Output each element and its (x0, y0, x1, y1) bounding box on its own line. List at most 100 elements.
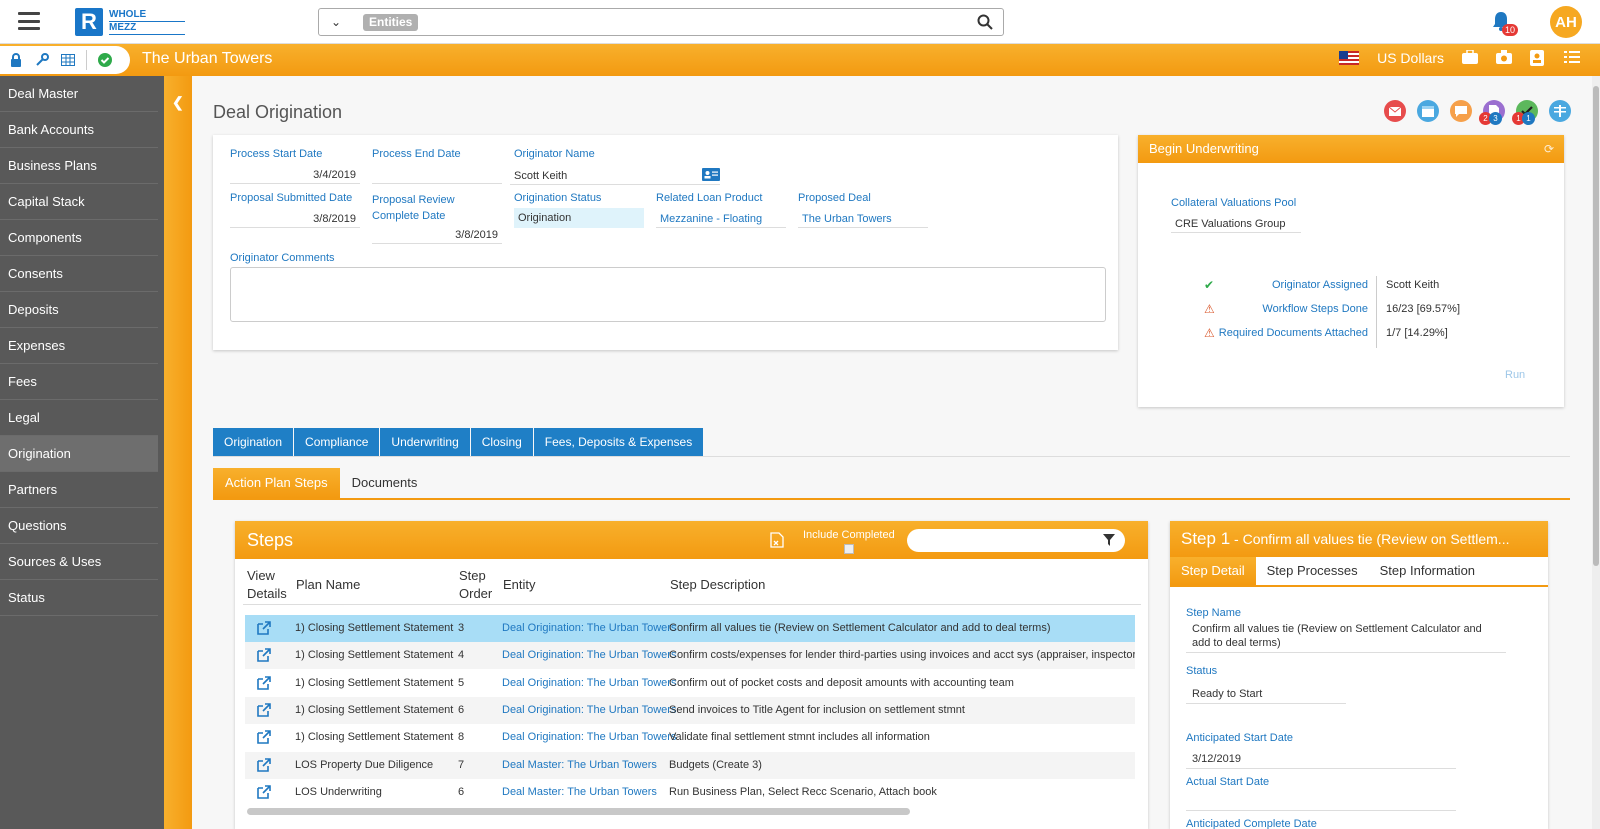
collapse-sidebar-icon[interactable]: ❮ (172, 94, 184, 111)
table-icon[interactable] (60, 52, 76, 68)
wrench-icon[interactable] (34, 52, 50, 68)
detail-tab-step-information[interactable]: Step Information (1369, 557, 1486, 585)
cell-entity-link[interactable]: Deal Master: The Urban Towers (502, 779, 657, 806)
detail-tab-step-detail[interactable]: Step Detail (1170, 557, 1256, 585)
detail-tab-step-processes[interactable]: Step Processes (1256, 557, 1369, 585)
table-row[interactable]: 1) Closing Settlement Statement 6 Deal Ori… (245, 696, 1135, 724)
sidebar-item-deal-master[interactable]: Deal Master (0, 76, 158, 112)
check-label[interactable]: Workflow Steps Done (1262, 300, 1368, 318)
tab-origination[interactable]: Origination (213, 428, 294, 456)
include-completed-checkbox[interactable] (843, 544, 854, 554)
contact-icon[interactable] (1530, 50, 1546, 66)
avatar[interactable]: AH (1550, 6, 1582, 38)
step-name-field[interactable]: Confirm all values tie (Review on Settle… (1186, 622, 1506, 653)
col-step-order[interactable]: Step Order (459, 567, 492, 603)
filter-settings-button[interactable] (1549, 100, 1571, 122)
origination-status-select[interactable]: Origination (514, 208, 644, 228)
list-icon[interactable] (1564, 50, 1580, 66)
open-external-icon[interactable] (257, 730, 271, 744)
sidebar-item-fees[interactable]: Fees (0, 364, 158, 400)
originator-name-field[interactable]: Scott Keith (510, 167, 720, 185)
refresh-icon[interactable]: ⟳ (1544, 135, 1554, 163)
table-row[interactable]: LOS Property Due Diligence 7 Deal Master: … (245, 751, 1135, 779)
lock-icon[interactable] (8, 52, 24, 68)
check-circle-icon[interactable] (97, 52, 113, 68)
run-button[interactable]: Run (1505, 369, 1525, 381)
contact-card-icon[interactable] (702, 168, 720, 181)
logo[interactable]: R WHOLE MEZZ (75, 7, 185, 37)
filter-icon[interactable] (1103, 534, 1115, 546)
table-row[interactable]: 1) Closing Settlement Statement 5 Deal Ori… (245, 669, 1135, 697)
check-label[interactable]: Originator Assigned (1272, 276, 1368, 294)
email-button[interactable] (1384, 100, 1406, 122)
open-external-icon[interactable] (257, 703, 271, 717)
search-scope-chip[interactable]: Entities (363, 14, 419, 31)
sidebar-item-components[interactable]: Components (0, 220, 158, 256)
related-loan-link[interactable]: Mezzanine - Floating (656, 210, 786, 228)
chevron-down-icon[interactable]: ⌄ (331, 15, 341, 29)
sidebar-item-sources-uses[interactable]: Sources & Uses (0, 544, 158, 580)
documents-button[interactable]: 2 3 (1479, 100, 1505, 125)
global-search[interactable]: ⌄ Entities (318, 8, 1004, 36)
tab-compliance[interactable]: Compliance (294, 428, 380, 456)
process-start-field[interactable]: 3/4/2019 (230, 166, 360, 184)
cell-entity-link[interactable]: Deal Origination: The Urban Towers (502, 697, 676, 724)
calendar-button[interactable] (1417, 100, 1439, 122)
col-view-details[interactable]: View Details (247, 567, 287, 603)
status-field[interactable]: Ready to Start (1186, 687, 1346, 704)
briefcase-icon[interactable] (1462, 49, 1478, 66)
sidebar-item-deposits[interactable]: Deposits (0, 292, 158, 328)
page-scrollbar[interactable] (1592, 76, 1600, 829)
open-external-icon[interactable] (257, 621, 271, 635)
tab-closing[interactable]: Closing (470, 428, 533, 456)
subtab-action-plan-steps[interactable]: Action Plan Steps (213, 468, 340, 498)
camera-icon[interactable] (1496, 50, 1512, 66)
table-row[interactable]: 1) Closing Settlement Statement 4 Deal Ori… (245, 642, 1135, 670)
search-icon[interactable] (977, 14, 993, 30)
open-external-icon[interactable] (257, 784, 271, 799)
tab-underwriting[interactable]: Underwriting (380, 428, 470, 456)
actual-start-field[interactable] (1186, 795, 1456, 811)
steps-filter-input[interactable] (907, 529, 1125, 552)
open-external-icon[interactable] (257, 675, 271, 690)
open-external-icon[interactable] (257, 648, 271, 663)
open-external-icon[interactable] (257, 757, 271, 772)
sidebar-item-business-plans[interactable]: Business Plans (0, 148, 158, 184)
page-scroll-thumb[interactable] (1593, 86, 1599, 566)
tab-fees-deposits-expenses[interactable]: Fees, Deposits & Expenses (533, 428, 704, 456)
sidebar-item-partners[interactable]: Partners (0, 472, 158, 508)
sidebar-item-expenses[interactable]: Expenses (0, 328, 158, 364)
include-completed-toggle[interactable]: Include Completed (803, 529, 895, 554)
menu-icon[interactable] (18, 12, 40, 30)
subtab-documents[interactable]: Documents (340, 468, 430, 498)
col-step-description[interactable]: Step Description (670, 576, 765, 594)
sidebar-item-questions[interactable]: Questions (0, 508, 158, 544)
anticipated-start-field[interactable]: 3/12/2019 (1186, 752, 1456, 769)
cell-entity-link[interactable]: Deal Origination: The Urban Towers (502, 642, 676, 669)
table-row[interactable]: 1) Closing Settlement Statement 3 Deal Ori… (245, 615, 1135, 642)
horizontal-scrollbar[interactable] (247, 808, 910, 815)
sidebar-item-legal[interactable]: Legal (0, 400, 158, 436)
sidebar-item-consents[interactable]: Consents (0, 256, 158, 292)
check-label[interactable]: Required Documents Attached (1219, 324, 1368, 342)
sidebar-item-capital-stack[interactable]: Capital Stack (0, 184, 158, 220)
table-row[interactable]: LOS Underwriting 6 Deal Master: The Urban … (245, 778, 1135, 806)
tasks-button[interactable]: 1 1 (1512, 100, 1538, 125)
cell-entity-link[interactable]: Deal Origination: The Urban Towers (502, 615, 676, 642)
proposal-submitted-field[interactable]: 3/8/2019 (230, 210, 360, 228)
proposal-review-field[interactable]: 3/8/2019 (372, 226, 502, 244)
export-excel-icon[interactable] (769, 532, 785, 548)
currency-selector[interactable]: US Dollars (1377, 50, 1444, 66)
col-entity[interactable]: Entity (503, 576, 536, 594)
sidebar-item-origination[interactable]: Origination (0, 436, 158, 472)
col-plan-name[interactable]: Plan Name (296, 576, 360, 594)
comments-button[interactable] (1450, 100, 1472, 122)
cell-entity-link[interactable]: Deal Master: The Urban Towers (502, 752, 657, 779)
sidebar-item-bank-accounts[interactable]: Bank Accounts (0, 112, 158, 148)
table-row[interactable]: 1) Closing Settlement Statement 8 Deal Ori… (245, 724, 1135, 752)
pool-field[interactable]: CRE Valuations Group (1171, 215, 1301, 233)
process-end-field[interactable] (372, 166, 502, 184)
comments-textarea[interactable] (230, 267, 1106, 322)
sidebar-item-status[interactable]: Status (0, 580, 158, 616)
notifications-button[interactable]: 10 (1490, 10, 1518, 36)
